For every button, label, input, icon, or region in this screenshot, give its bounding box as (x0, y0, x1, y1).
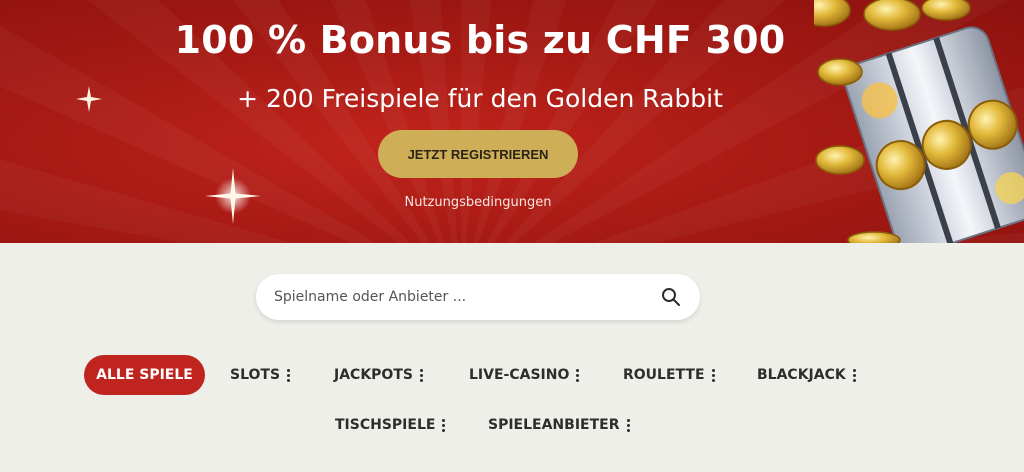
more-vertical-icon[interactable] (711, 368, 715, 382)
more-vertical-icon[interactable] (419, 368, 423, 382)
category-label: SLOTS (230, 367, 281, 383)
more-vertical-icon[interactable] (287, 368, 291, 382)
category-label: ROULETTE (623, 367, 705, 383)
slot-reel-coins-illustration (814, 0, 1024, 243)
category-tab-tischspiele[interactable]: TISCHSPIELE (335, 405, 446, 445)
category-label: JACKPOTS (334, 367, 413, 383)
register-button[interactable]: JETZT REGISTRIEREN (378, 130, 578, 178)
terms-link[interactable]: Nutzungsbedingungen (0, 195, 956, 210)
category-tab-slots[interactable]: SLOTS (230, 355, 291, 395)
category-label: ALLE SPIELE (96, 367, 193, 383)
category-tab-roulette[interactable]: ROULETTE (623, 355, 715, 395)
category-label: LIVE-CASINO (469, 367, 570, 383)
more-vertical-icon[interactable] (576, 368, 580, 382)
game-search-bar (256, 274, 700, 320)
category-label: TISCHSPIELE (335, 417, 436, 433)
search-icon[interactable] (660, 286, 682, 308)
category-tab-alle-spiele[interactable]: ALLE SPIELE (84, 355, 205, 395)
category-label: SPIELEANBIETER (488, 417, 620, 433)
promo-banner: 100 % Bonus bis zu CHF 300 + 200 Freispi… (0, 0, 1024, 243)
search-input[interactable] (274, 289, 660, 305)
category-label: BLACKJACK (757, 367, 846, 383)
more-vertical-icon[interactable] (626, 418, 630, 432)
category-tab-spieleanbieter[interactable]: SPIELEANBIETER (488, 405, 630, 445)
more-vertical-icon[interactable] (852, 368, 856, 382)
more-vertical-icon[interactable] (442, 418, 446, 432)
category-tab-blackjack[interactable]: BLACKJACK (757, 355, 856, 395)
category-tab-live-casino[interactable]: LIVE-CASINO (469, 355, 580, 395)
category-tab-jackpots[interactable]: JACKPOTS (334, 355, 423, 395)
